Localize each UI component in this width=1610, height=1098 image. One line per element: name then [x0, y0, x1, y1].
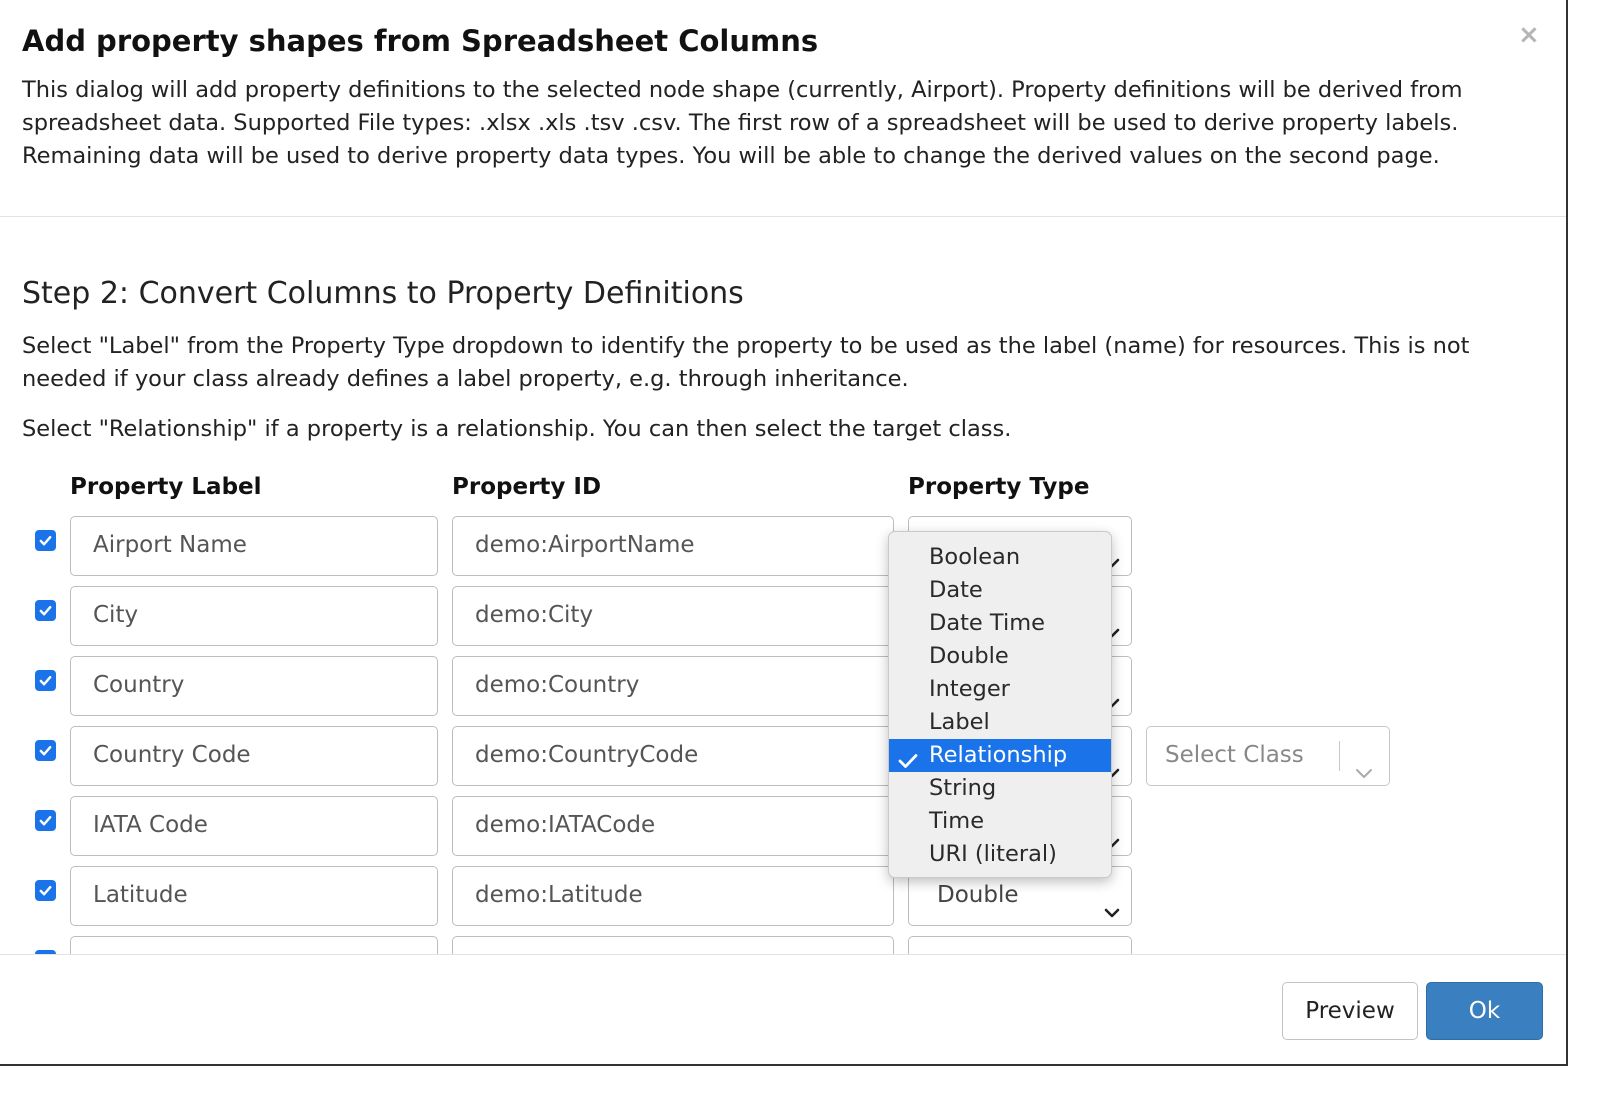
checkmark-icon [38, 533, 53, 548]
row-checkbox[interactable] [35, 880, 56, 901]
column-header-label: Property Label [70, 474, 262, 500]
select-class-placeholder: Select Class [1165, 742, 1304, 768]
menu-item-label: Double [929, 643, 1009, 669]
property-id-input[interactable]: demo:AirportName [452, 516, 894, 576]
select-separator [1339, 741, 1340, 771]
close-icon[interactable]: × [1518, 20, 1540, 50]
menu-item-label: Boolean [929, 544, 1021, 570]
ok-button[interactable]: Ok [1426, 982, 1543, 1040]
property-type-select[interactable] [908, 936, 1132, 954]
property-id-input[interactable]: demo:CountryCode [452, 726, 894, 786]
chevron-down-icon [1103, 887, 1121, 918]
menu-item-time[interactable]: Time [889, 805, 1111, 838]
menu-item-date-time[interactable]: Date Time [889, 607, 1111, 640]
table-row: Latitude demo:Latitude Double [0, 860, 1566, 926]
property-id-input[interactable]: demo:City [452, 586, 894, 646]
table-row [0, 930, 1566, 954]
column-header-id: Property ID [452, 474, 602, 500]
property-rows: Airport Name demo:AirportName City demo:Cit… [0, 510, 1566, 954]
column-header-type: Property Type [908, 474, 1090, 500]
modal-dialog: Add property shapes from Spreadsheet Col… [0, 0, 1568, 1066]
menu-item-label[interactable]: Label [889, 706, 1111, 739]
property-id-input[interactable] [452, 936, 894, 954]
step-title: Step 2: Convert Columns to Property Defi… [22, 276, 744, 311]
property-label-input[interactable]: Country [70, 656, 438, 716]
menu-item-uri-literal[interactable]: URI (literal) [889, 838, 1111, 871]
menu-item-date[interactable]: Date [889, 574, 1111, 607]
checkmark-icon [38, 743, 53, 758]
header-divider [0, 216, 1566, 217]
check-icon [897, 747, 919, 768]
relationship-instructions: Select "Relationship" if a property is a… [22, 416, 1012, 442]
row-checkbox[interactable] [35, 530, 56, 551]
row-checkbox[interactable] [35, 600, 56, 621]
table-row: City demo:City [0, 580, 1566, 646]
table-row: IATA Code demo:IATACode [0, 790, 1566, 856]
property-label-input[interactable]: City [70, 586, 438, 646]
property-type-dropdown-menu: Boolean Date Date Time Double Integer Label Re… [888, 531, 1112, 878]
property-label-input[interactable]: Latitude [70, 866, 438, 926]
preview-button[interactable]: Preview [1282, 982, 1418, 1040]
select-class-dropdown[interactable]: Select Class [1146, 726, 1390, 786]
row-checkbox[interactable] [35, 740, 56, 761]
menu-item-label: URI (literal) [929, 841, 1057, 867]
checkmark-icon [38, 883, 53, 898]
property-id-input[interactable]: demo:Latitude [452, 866, 894, 926]
menu-item-string[interactable]: String [889, 772, 1111, 805]
row-checkbox[interactable] [35, 670, 56, 691]
property-id-input[interactable]: demo:IATACode [452, 796, 894, 856]
property-label-input[interactable]: Airport Name [70, 516, 438, 576]
table-row: Country Code demo:CountryCode Select Class [0, 720, 1566, 786]
menu-item-label: Label [929, 709, 990, 735]
menu-item-integer[interactable]: Integer [889, 673, 1111, 706]
checkmark-icon [38, 603, 53, 618]
property-id-input[interactable]: demo:Country [452, 656, 894, 716]
label-instructions: Select "Label" from the Property Type dr… [22, 333, 1470, 392]
menu-item-double[interactable]: Double [889, 640, 1111, 673]
property-type-value: Double [937, 882, 1019, 908]
menu-item-label: Integer [929, 676, 1010, 702]
property-label-input[interactable]: Country Code [70, 726, 438, 786]
table-row: Airport Name demo:AirportName [0, 510, 1566, 576]
row-checkbox[interactable] [35, 810, 56, 831]
menu-item-label: Time [929, 808, 985, 834]
chevron-down-icon [1353, 747, 1375, 778]
checkmark-icon [38, 813, 53, 828]
menu-item-label: Relationship [929, 742, 1068, 768]
dialog-intro: This dialog will add property definition… [22, 77, 1463, 169]
table-row: Country demo:Country [0, 650, 1566, 716]
footer-divider [0, 954, 1566, 955]
property-label-input[interactable]: IATA Code [70, 796, 438, 856]
menu-item-boolean[interactable]: Boolean [889, 541, 1111, 574]
property-label-input[interactable] [70, 936, 438, 954]
menu-item-label: String [929, 775, 997, 801]
menu-item-label: Date Time [929, 610, 1045, 636]
checkmark-icon [38, 673, 53, 688]
menu-item-label: Date [929, 577, 983, 603]
dialog-title: Add property shapes from Spreadsheet Col… [22, 24, 819, 58]
menu-item-relationship[interactable]: Relationship [889, 739, 1111, 772]
